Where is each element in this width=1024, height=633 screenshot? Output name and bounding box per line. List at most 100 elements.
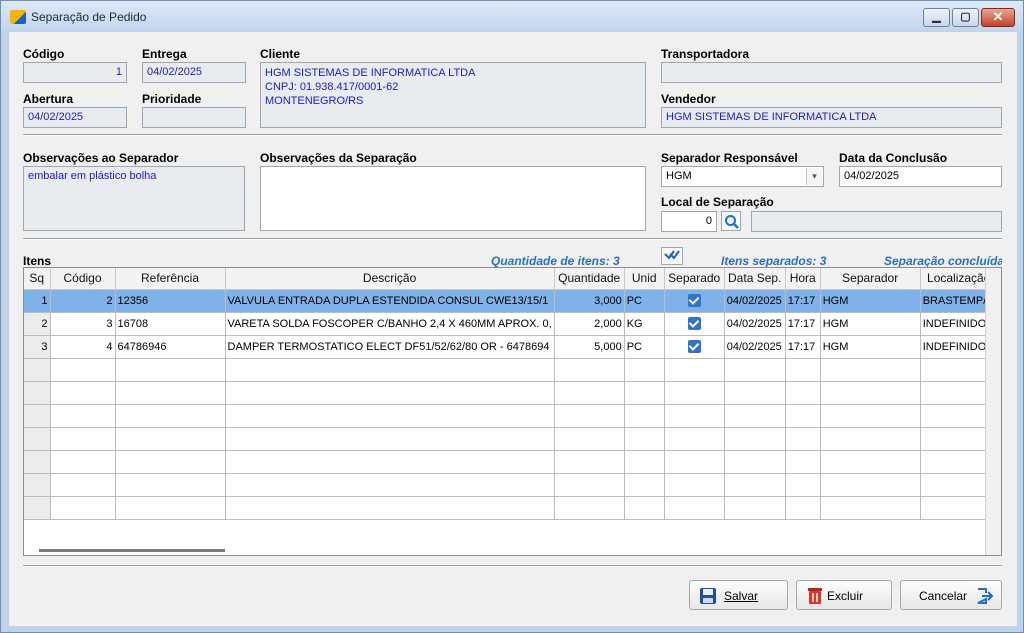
- codigo-field[interactable]: 1: [23, 62, 127, 83]
- cell-quantidade[interactable]: [554, 473, 625, 497]
- cell-quantidade[interactable]: [554, 450, 625, 474]
- cell-quantidade[interactable]: 3,000: [554, 289, 625, 313]
- cell-referencia[interactable]: 64786946: [115, 335, 226, 359]
- cell-descricao[interactable]: [225, 427, 555, 451]
- cell-sq[interactable]: [24, 427, 51, 451]
- cell-codigo[interactable]: [50, 427, 116, 451]
- cell-hora[interactable]: [785, 358, 821, 382]
- cell-codigo[interactable]: 2: [50, 289, 116, 313]
- table-row[interactable]: [24, 381, 998, 405]
- cell-referencia[interactable]: [115, 381, 226, 405]
- table-row[interactable]: 3 4 64786946 DAMPER TERMOSTATICO ELECT DF51…: [24, 335, 998, 359]
- cell-separador[interactable]: HGM: [820, 312, 921, 336]
- table-row[interactable]: [24, 496, 998, 520]
- prioridade-field[interactable]: [142, 107, 246, 128]
- checkbox-checked-icon[interactable]: [687, 340, 701, 353]
- table-row[interactable]: [24, 450, 998, 474]
- cell-hora[interactable]: 17:17: [785, 335, 821, 359]
- cell-unid[interactable]: PC: [624, 335, 665, 359]
- table-row[interactable]: [24, 358, 998, 382]
- salvar-button[interactable]: Salvar: [689, 580, 788, 610]
- cell-codigo[interactable]: [50, 450, 116, 474]
- column-header[interactable]: Referência: [115, 268, 226, 290]
- cell-sq[interactable]: [24, 473, 51, 497]
- column-header[interactable]: Data Sep.: [724, 268, 786, 290]
- cell-sq[interactable]: [24, 358, 51, 382]
- cell-referencia[interactable]: [115, 473, 226, 497]
- cell-data[interactable]: 04/02/2025: [724, 312, 786, 336]
- cell-referencia[interactable]: [115, 404, 226, 428]
- close-button[interactable]: ✕: [981, 8, 1015, 27]
- cell-separado[interactable]: [664, 381, 725, 405]
- obs-separador-field[interactable]: embalar em plástico bolha: [23, 166, 245, 231]
- column-header[interactable]: Sq: [24, 268, 51, 290]
- cell-separador[interactable]: HGM: [820, 289, 921, 313]
- cell-quantidade[interactable]: [554, 358, 625, 382]
- separador-combo[interactable]: HGM ▾: [661, 166, 824, 187]
- obs-separacao-field[interactable]: [260, 166, 646, 231]
- cancelar-button[interactable]: Cancelar: [900, 580, 1002, 610]
- cell-separado[interactable]: [664, 473, 725, 497]
- cell-unid[interactable]: [624, 358, 665, 382]
- cell-unid[interactable]: [624, 427, 665, 451]
- cell-referencia[interactable]: [115, 496, 226, 520]
- cell-quantidade[interactable]: 2,000: [554, 312, 625, 336]
- cell-quantidade[interactable]: [554, 496, 625, 520]
- cell-descricao[interactable]: VARETA SOLDA FOSCOPER C/BANHO 2,4 X 460M…: [225, 312, 555, 336]
- cell-referencia[interactable]: [115, 427, 226, 451]
- cell-hora[interactable]: [785, 427, 821, 451]
- cell-hora[interactable]: [785, 381, 821, 405]
- cell-data[interactable]: [724, 496, 786, 520]
- cell-separado[interactable]: [664, 450, 725, 474]
- cell-unid[interactable]: [624, 381, 665, 405]
- cell-descricao[interactable]: [225, 358, 555, 382]
- local-description-field[interactable]: [751, 211, 1002, 232]
- cell-separador[interactable]: [820, 473, 921, 497]
- chevron-down-icon[interactable]: ▾: [806, 168, 822, 185]
- cell-separado[interactable]: [664, 289, 725, 313]
- cell-separado[interactable]: [664, 427, 725, 451]
- cell-sq[interactable]: 3: [24, 335, 51, 359]
- cell-separador[interactable]: [820, 496, 921, 520]
- excluir-button[interactable]: Excluir: [796, 580, 892, 610]
- cell-unid[interactable]: KG: [624, 312, 665, 336]
- column-header[interactable]: Código: [50, 268, 116, 290]
- cell-data[interactable]: 04/02/2025: [724, 335, 786, 359]
- cell-quantidade[interactable]: 5,000: [554, 335, 625, 359]
- cell-data[interactable]: [724, 473, 786, 497]
- cell-codigo[interactable]: [50, 404, 116, 428]
- cell-separado[interactable]: [664, 312, 725, 336]
- cell-separado[interactable]: [664, 496, 725, 520]
- checkbox-checked-icon[interactable]: [687, 317, 701, 330]
- cell-codigo[interactable]: 4: [50, 335, 116, 359]
- conclusao-field[interactable]: 04/02/2025: [839, 166, 1002, 187]
- cell-unid[interactable]: [624, 496, 665, 520]
- cliente-field[interactable]: HGM SISTEMAS DE INFORMATICA LTDA CNPJ: 0…: [260, 62, 646, 128]
- column-header[interactable]: Descrição: [225, 268, 555, 290]
- local-code-field[interactable]: 0: [661, 211, 717, 232]
- horizontal-scrollbar[interactable]: [39, 549, 225, 552]
- cell-separador[interactable]: HGM: [820, 335, 921, 359]
- table-row[interactable]: [24, 473, 998, 497]
- cell-separador[interactable]: [820, 358, 921, 382]
- cell-unid[interactable]: [624, 450, 665, 474]
- cell-referencia[interactable]: [115, 358, 226, 382]
- checkbox-checked-icon[interactable]: [687, 294, 701, 307]
- cell-codigo[interactable]: [50, 496, 116, 520]
- cell-separador[interactable]: [820, 381, 921, 405]
- cell-data[interactable]: [724, 427, 786, 451]
- cell-sq[interactable]: [24, 381, 51, 405]
- vertical-scrollbar[interactable]: [985, 268, 1001, 555]
- cell-data[interactable]: [724, 450, 786, 474]
- column-header[interactable]: Quantidade: [554, 268, 625, 290]
- cell-separador[interactable]: [820, 404, 921, 428]
- cell-data[interactable]: [724, 404, 786, 428]
- cell-referencia[interactable]: 12356: [115, 289, 226, 313]
- table-row[interactable]: 2 3 16708 VARETA SOLDA FOSCOPER C/BANHO 2,4…: [24, 312, 998, 336]
- column-header[interactable]: Hora: [785, 268, 821, 290]
- cell-data[interactable]: [724, 358, 786, 382]
- cell-codigo[interactable]: [50, 381, 116, 405]
- cell-unid[interactable]: PC: [624, 289, 665, 313]
- minimize-button[interactable]: ▁: [923, 8, 950, 27]
- cell-sq[interactable]: 2: [24, 312, 51, 336]
